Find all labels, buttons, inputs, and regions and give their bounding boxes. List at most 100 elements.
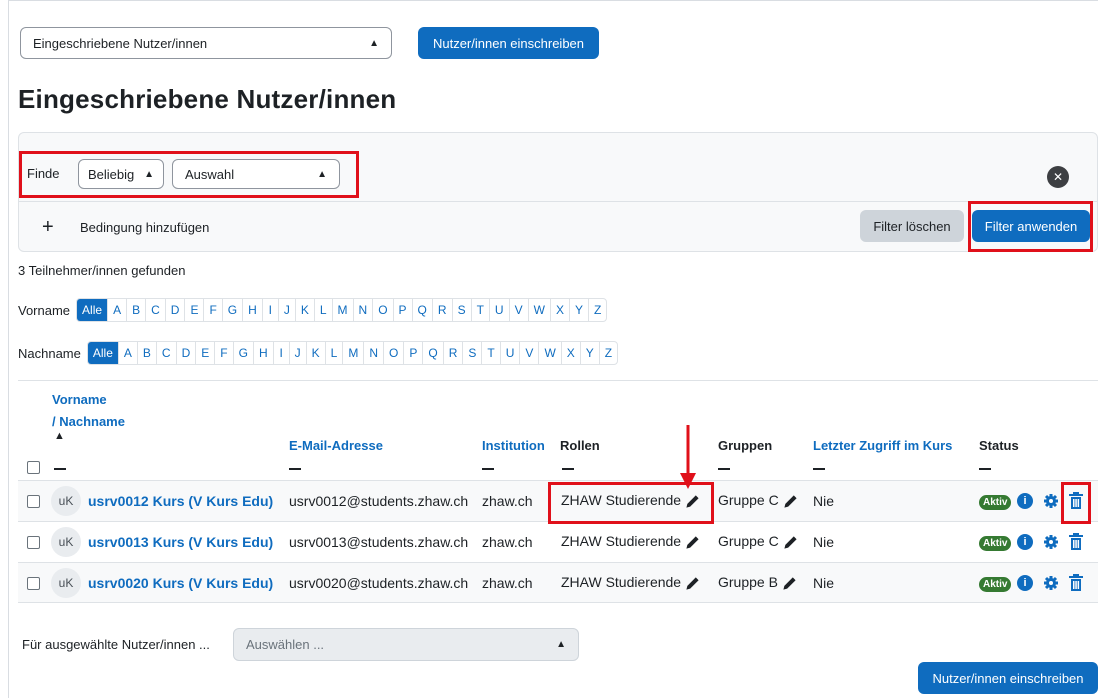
- firstname-letter-w[interactable]: W: [529, 299, 551, 321]
- lastname-letter-j[interactable]: J: [290, 342, 307, 364]
- lastname-letter-o[interactable]: O: [384, 342, 405, 364]
- lastname-letter-t[interactable]: T: [482, 342, 501, 364]
- clear-filter-button[interactable]: Filter löschen: [860, 210, 964, 242]
- enrol-users-button-bottom[interactable]: Nutzer/innen einschreiben: [918, 662, 1098, 694]
- firstname-letter-t[interactable]: T: [472, 299, 490, 321]
- edit-pencil-icon[interactable]: [685, 494, 700, 509]
- match-select[interactable]: Beliebig ▲︎: [78, 159, 164, 189]
- lastname-letter-u[interactable]: U: [501, 342, 521, 364]
- user-name-link[interactable]: usrv0013 Kurs (V Kurs Edu): [88, 534, 273, 550]
- firstname-letter-v[interactable]: V: [510, 299, 529, 321]
- enrolled-users-select[interactable]: Eingeschriebene Nutzer/innen ▲︎: [20, 27, 392, 59]
- firstname-letter-q[interactable]: Q: [413, 299, 433, 321]
- bulk-action-select[interactable]: Auswählen ... ▲︎: [233, 628, 579, 661]
- gear-icon[interactable]: [1043, 534, 1059, 550]
- trash-icon[interactable]: [1069, 533, 1083, 550]
- firstname-letter-a[interactable]: A: [108, 299, 128, 321]
- firstname-letter-y[interactable]: Y: [570, 299, 589, 321]
- firstname-letter-z[interactable]: Z: [589, 299, 606, 321]
- lastname-letter-x[interactable]: X: [562, 342, 581, 364]
- lastname-letter-f[interactable]: F: [215, 342, 234, 364]
- firstname-letter-g[interactable]: G: [223, 299, 244, 321]
- lastname-letter-r[interactable]: R: [444, 342, 464, 364]
- info-icon[interactable]: i: [1017, 493, 1033, 509]
- page-title: Eingeschriebene Nutzer/innen: [18, 84, 397, 114]
- info-icon[interactable]: i: [1017, 534, 1033, 550]
- row-select-checkbox[interactable]: [27, 495, 40, 508]
- apply-filter-button[interactable]: Filter anwenden: [972, 210, 1090, 242]
- firstname-letter-i[interactable]: I: [263, 299, 279, 321]
- sort-firstname-link[interactable]: Vorname: [52, 392, 107, 407]
- firstname-letter-l[interactable]: L: [315, 299, 333, 321]
- firstname-letter-e[interactable]: E: [185, 299, 205, 321]
- sort-institution-link[interactable]: Institution: [482, 438, 545, 453]
- gear-icon[interactable]: [1043, 493, 1059, 509]
- lastname-letter-n[interactable]: N: [364, 342, 385, 364]
- sort-last-access-link[interactable]: Letzter Zugriff im Kurs: [813, 438, 952, 453]
- firstname-letter-n[interactable]: N: [354, 299, 374, 321]
- firstname-letter-m[interactable]: M: [333, 299, 354, 321]
- firstname-letter-b[interactable]: B: [127, 299, 147, 321]
- sort-lastname-link[interactable]: / Nachname: [52, 414, 125, 429]
- firstname-letter-r[interactable]: R: [433, 299, 453, 321]
- trash-icon[interactable]: [1069, 492, 1083, 509]
- row-select-checkbox[interactable]: [27, 536, 40, 549]
- firstname-letter-f[interactable]: F: [204, 299, 223, 321]
- firstname-letter-o[interactable]: O: [373, 299, 394, 321]
- firstname-letter-all[interactable]: Alle: [77, 299, 109, 321]
- info-icon[interactable]: i: [1017, 575, 1033, 591]
- enrol-users-button-top[interactable]: Nutzer/innen einschreiben: [418, 27, 599, 59]
- lastname-letter-g[interactable]: G: [234, 342, 254, 364]
- edit-pencil-icon[interactable]: [685, 535, 700, 550]
- lastname-letter-k[interactable]: K: [307, 342, 326, 364]
- edit-pencil-icon[interactable]: [685, 576, 700, 591]
- lastname-letter-l[interactable]: L: [326, 342, 344, 364]
- lastname-letter-d[interactable]: D: [177, 342, 197, 364]
- firstname-letter-s[interactable]: S: [453, 299, 472, 321]
- add-condition-link[interactable]: Bedingung hinzufügen: [80, 220, 209, 235]
- lastname-letter-e[interactable]: E: [196, 342, 216, 364]
- edit-pencil-icon[interactable]: [782, 576, 797, 591]
- firstname-letter-x[interactable]: X: [551, 299, 570, 321]
- firstname-letter-j[interactable]: J: [279, 299, 296, 321]
- edit-pencil-icon[interactable]: [783, 535, 798, 550]
- lastname-letter-w[interactable]: W: [539, 342, 562, 364]
- select-all-checkbox[interactable]: [27, 461, 40, 474]
- user-name-link[interactable]: usrv0020 Kurs (V Kurs Edu): [88, 575, 273, 591]
- plus-icon[interactable]: +: [42, 217, 54, 237]
- lastname-letter-p[interactable]: P: [404, 342, 424, 364]
- lastname-letter-v[interactable]: V: [520, 342, 540, 364]
- collapse-institution-icon[interactable]: [482, 468, 494, 470]
- lastname-letter-m[interactable]: M: [343, 342, 365, 364]
- lastname-letter-b[interactable]: B: [138, 342, 157, 364]
- collapse-status-icon[interactable]: [979, 468, 991, 470]
- lastname-letter-y[interactable]: Y: [581, 342, 600, 364]
- lastname-letter-all[interactable]: Alle: [87, 342, 119, 364]
- lastname-letter-a[interactable]: A: [119, 342, 138, 364]
- gear-icon[interactable]: [1043, 575, 1059, 591]
- firstname-letter-k[interactable]: K: [296, 299, 315, 321]
- lastname-letter-h[interactable]: H: [254, 342, 274, 364]
- remove-filter-icon[interactable]: ✕: [1047, 166, 1069, 188]
- firstname-letter-c[interactable]: C: [146, 299, 166, 321]
- lastname-letter-z[interactable]: Z: [600, 342, 617, 364]
- collapse-roles-icon[interactable]: [562, 468, 574, 470]
- firstname-letter-h[interactable]: H: [243, 299, 263, 321]
- collapse-name-icon[interactable]: [54, 468, 66, 470]
- row-select-checkbox[interactable]: [27, 577, 40, 590]
- edit-pencil-icon[interactable]: [783, 494, 798, 509]
- collapse-email-icon[interactable]: [289, 468, 301, 470]
- firstname-letter-p[interactable]: P: [394, 299, 413, 321]
- firstname-letter-d[interactable]: D: [166, 299, 186, 321]
- lastname-letter-i[interactable]: I: [274, 342, 290, 364]
- sort-email-link[interactable]: E-Mail-Adresse: [289, 438, 383, 453]
- collapse-groups-icon[interactable]: [718, 468, 730, 470]
- collapse-last-access-icon[interactable]: [813, 468, 825, 470]
- filter-type-select[interactable]: Auswahl ▲︎: [172, 159, 340, 189]
- firstname-letter-u[interactable]: U: [490, 299, 510, 321]
- user-name-link[interactable]: usrv0012 Kurs (V Kurs Edu): [88, 493, 273, 509]
- lastname-letter-c[interactable]: C: [157, 342, 177, 364]
- lastname-letter-s[interactable]: S: [463, 342, 483, 364]
- trash-icon[interactable]: [1069, 574, 1083, 591]
- lastname-letter-q[interactable]: Q: [423, 342, 444, 364]
